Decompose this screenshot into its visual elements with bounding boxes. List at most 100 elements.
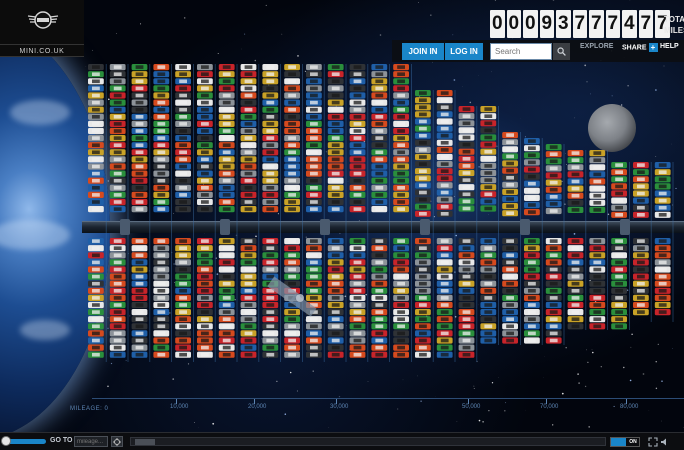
parked-car[interactable] [197,252,213,259]
parked-car[interactable] [371,191,388,198]
parked-car[interactable] [284,245,300,252]
parked-car[interactable] [197,266,213,273]
parked-car[interactable] [349,198,366,206]
parked-car[interactable] [349,344,366,351]
parked-car[interactable] [109,170,126,177]
parked-car[interactable] [371,170,388,177]
parked-car[interactable] [197,85,213,92]
parked-car[interactable] [240,127,257,135]
parked-car[interactable] [284,273,300,280]
parked-car[interactable] [545,252,562,259]
parked-car[interactable] [109,266,126,273]
parked-car[interactable] [371,177,388,184]
parked-car[interactable] [197,198,213,206]
parked-car[interactable] [611,211,627,218]
parked-car[interactable] [436,351,453,358]
parked-car[interactable] [284,323,300,330]
parked-car[interactable] [371,266,388,273]
parked-car[interactable] [153,238,170,245]
parked-car[interactable] [175,273,191,280]
parked-car[interactable] [524,138,540,145]
parked-car[interactable] [654,204,671,211]
parked-car[interactable] [436,125,453,132]
parked-car[interactable] [524,238,540,245]
parked-car[interactable] [349,149,366,156]
parked-car[interactable] [415,309,431,316]
parked-car[interactable] [306,135,322,142]
parked-car[interactable] [88,280,104,287]
parked-car[interactable] [131,287,148,294]
parked-car[interactable] [153,337,170,344]
parked-car[interactable] [545,144,562,151]
parked-car[interactable] [88,156,104,163]
parked-car[interactable] [393,92,409,99]
parked-car[interactable] [349,309,366,316]
parked-car[interactable] [415,111,431,118]
parked-car[interactable] [611,301,627,309]
parked-car[interactable] [327,330,344,337]
parked-car[interactable] [524,287,540,294]
parked-car[interactable] [175,177,191,184]
parked-car[interactable] [175,135,191,142]
parked-car[interactable] [109,191,126,198]
parked-car[interactable] [284,351,300,358]
parked-car[interactable] [284,64,300,71]
parked-car[interactable] [153,259,170,266]
parked-car[interactable] [349,113,366,120]
parked-car[interactable] [218,245,235,252]
parked-car[interactable] [545,294,562,301]
parked-car[interactable] [218,252,235,259]
parked-car[interactable] [611,204,627,211]
parked-car[interactable] [218,238,235,245]
parked-car[interactable] [480,259,497,266]
parked-car[interactable] [306,337,322,344]
parked-car[interactable] [262,337,279,344]
parked-car[interactable] [545,316,562,323]
parked-car[interactable] [109,309,126,316]
parked-car[interactable] [524,194,540,201]
parked-car[interactable] [131,351,148,358]
parked-car[interactable] [175,323,191,330]
parked-car[interactable] [284,149,300,156]
parked-car[interactable] [197,120,213,127]
parked-car[interactable] [436,90,453,97]
parked-car[interactable] [218,206,235,213]
parked-car[interactable] [502,280,518,287]
parked-car[interactable] [109,198,126,206]
parked-car[interactable] [218,127,235,135]
parked-car[interactable] [262,238,279,245]
parked-car[interactable] [458,259,475,266]
parked-car[interactable] [284,135,300,142]
parked-car[interactable] [611,309,627,316]
parked-car[interactable] [306,85,322,92]
parked-car[interactable] [240,245,257,252]
parked-car[interactable] [589,178,606,185]
parked-car[interactable] [349,316,366,323]
parked-car[interactable] [327,71,344,78]
parked-car[interactable] [327,184,344,191]
parked-car[interactable] [349,71,366,78]
parked-car[interactable] [131,252,148,259]
parked-car[interactable] [153,280,170,287]
parked-car[interactable] [436,280,453,287]
parked-car[interactable] [349,191,366,198]
parked-car[interactable] [218,198,235,206]
parked-car[interactable] [415,175,431,182]
parked-car[interactable] [349,252,366,259]
parked-car[interactable] [458,309,475,316]
parked-car[interactable] [524,301,540,309]
parked-car[interactable] [175,287,191,294]
parked-car[interactable] [393,280,409,287]
parked-car[interactable] [415,168,431,175]
parked-car[interactable] [349,163,366,170]
parked-car[interactable] [197,177,213,184]
parked-car[interactable] [197,287,213,294]
parked-car[interactable] [415,259,431,266]
parked-car[interactable] [218,351,235,358]
parked-car[interactable] [415,203,431,210]
parked-car[interactable] [611,316,627,323]
parked-car[interactable] [436,182,453,189]
parked-car[interactable] [654,280,671,287]
parked-car[interactable] [327,170,344,177]
parked-car[interactable] [458,106,475,113]
